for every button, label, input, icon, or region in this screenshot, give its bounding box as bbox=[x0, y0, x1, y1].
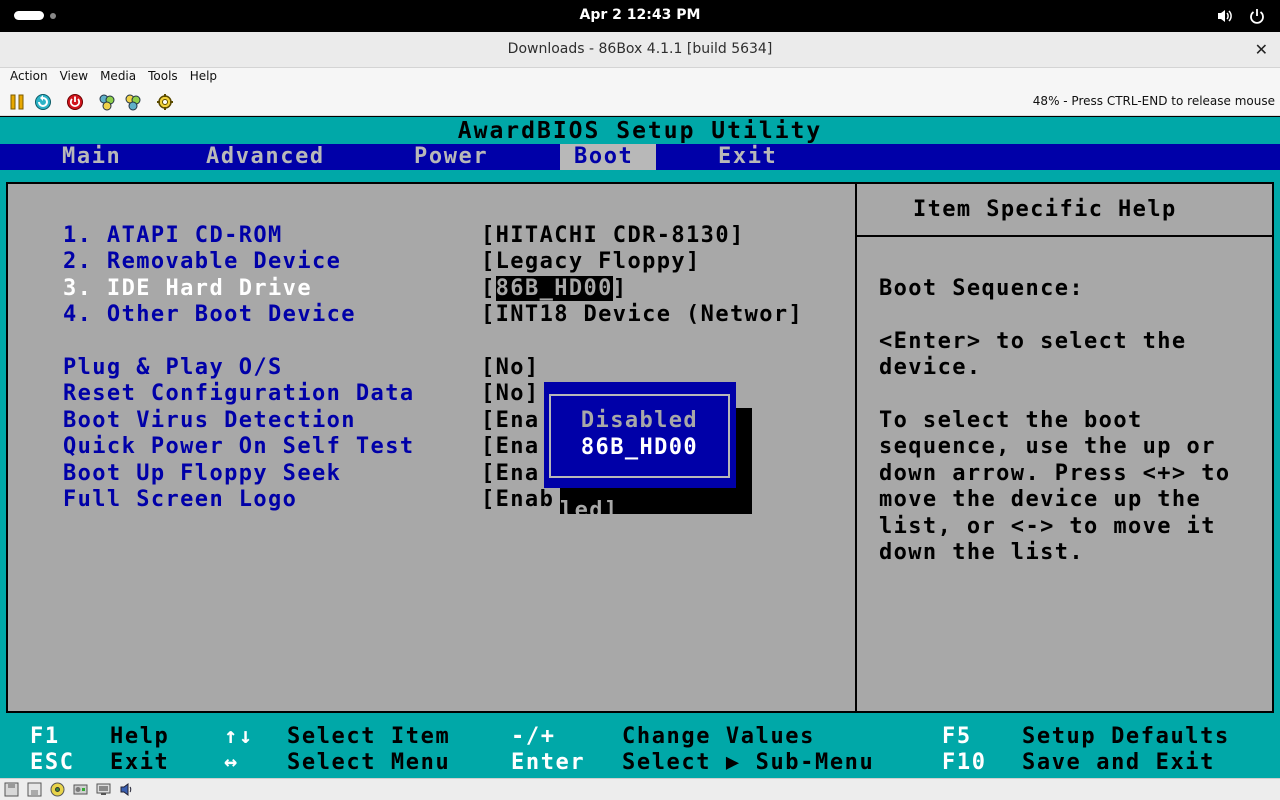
volume-icon[interactable] bbox=[1216, 7, 1234, 25]
key-plusminus-desc: Change Values bbox=[622, 724, 815, 749]
floppy-2-icon[interactable] bbox=[27, 782, 42, 797]
hdd-icon[interactable] bbox=[73, 782, 88, 797]
bios-title: AwardBIOS Setup Utility bbox=[457, 118, 823, 144]
tab-power[interactable]: Power bbox=[414, 144, 488, 170]
menu-help[interactable]: Help bbox=[184, 68, 223, 88]
help-header-divider bbox=[857, 235, 1272, 237]
key-enter-desc: Select ▶ Sub-Menu bbox=[622, 750, 875, 775]
key-f1-desc: Help bbox=[110, 724, 170, 749]
help-line: To select the boot bbox=[879, 408, 1143, 433]
tab-advanced[interactable]: Advanced bbox=[206, 144, 325, 170]
tab-boot[interactable]: Boot bbox=[560, 144, 656, 170]
ctrl-alt-del-icon[interactable] bbox=[98, 93, 116, 111]
key-leftright-desc: Select Menu bbox=[287, 750, 451, 775]
network-icon[interactable] bbox=[96, 782, 111, 797]
bios-tab-bar: Main Advanced Power Boot Exit bbox=[0, 144, 1280, 170]
setting-reset-config-value[interactable]: [No] bbox=[481, 381, 540, 407]
power-off-icon[interactable] bbox=[66, 93, 84, 111]
setting-reset-config-label[interactable]: Reset Configuration Data bbox=[63, 381, 414, 407]
mouse-capture-status: 48% - Press CTRL-END to release mouse bbox=[1032, 94, 1275, 108]
key-leftright: ↔ bbox=[224, 750, 239, 775]
boot-item-3-label[interactable]: 3. IDE Hard Drive bbox=[63, 276, 312, 302]
help-line: move the device up the bbox=[879, 487, 1202, 512]
menu-media[interactable]: Media bbox=[94, 68, 142, 88]
pause-icon[interactable] bbox=[8, 93, 26, 111]
tab-main[interactable]: Main bbox=[62, 144, 121, 170]
sound-icon[interactable] bbox=[119, 782, 134, 797]
help-line: Boot Sequence: bbox=[879, 276, 1085, 301]
setting-pnp-os-value[interactable]: [No] bbox=[481, 355, 540, 381]
setting-virus-detection-value[interactable]: [Ena bbox=[481, 408, 540, 434]
option-popup[interactable]: Disabled 86B_HD00 bbox=[544, 382, 736, 488]
boot-item-1-value[interactable]: [HITACHI CDR-8130] bbox=[481, 223, 745, 249]
key-plusminus: -/+ bbox=[511, 724, 556, 749]
bracket-close: ] bbox=[612, 276, 628, 301]
tab-exit[interactable]: Exit bbox=[718, 144, 777, 170]
cdrom-icon[interactable] bbox=[50, 782, 65, 797]
key-updown: ↑↓ bbox=[224, 724, 254, 749]
key-esc-desc: Exit bbox=[110, 750, 170, 775]
popup-option-86b-hd00[interactable]: 86B_HD00 bbox=[551, 435, 728, 461]
key-f5-desc: Setup Defaults bbox=[1022, 724, 1230, 749]
boot-item-4-value[interactable]: [INT18 Device (Networ] bbox=[481, 302, 803, 328]
boot-item-2-label[interactable]: 2. Removable Device bbox=[63, 249, 341, 275]
toolbar: 48% - Press CTRL-END to release mouse bbox=[0, 88, 1280, 116]
bracket-open: [ bbox=[481, 276, 496, 301]
setting-quick-post-value[interactable]: [Ena bbox=[481, 434, 540, 460]
key-f1: F1 bbox=[30, 724, 60, 749]
setting-pnp-os-label[interactable]: Plug & Play O/S bbox=[63, 355, 283, 381]
power-icon[interactable] bbox=[1248, 7, 1266, 25]
window-title: Downloads - 86Box 4.1.1 [build 5634] bbox=[507, 41, 773, 57]
help-line: down the list. bbox=[879, 540, 1085, 565]
shadowed-text: led] bbox=[560, 498, 619, 523]
popup-option-disabled[interactable]: Disabled bbox=[551, 408, 728, 434]
setting-fullscreen-logo-label[interactable]: Full Screen Logo bbox=[63, 487, 297, 513]
close-button[interactable]: ✕ bbox=[1255, 40, 1268, 59]
menu-view[interactable]: View bbox=[54, 68, 94, 88]
key-esc: ESC bbox=[30, 750, 75, 775]
menu-bar: Action View Media Tools Help bbox=[0, 68, 1280, 88]
reset-icon[interactable] bbox=[34, 93, 52, 111]
emulator-display[interactable]: AwardBIOS Setup Utility Main Advanced Po… bbox=[0, 117, 1280, 778]
boot-item-3-value[interactable]: [86B_HD00] bbox=[481, 276, 627, 302]
help-line: down arrow. Press <+> to bbox=[879, 461, 1231, 486]
key-f10-desc: Save and Exit bbox=[1022, 750, 1215, 775]
setting-fullscreen-logo-value[interactable]: [Enab bbox=[481, 487, 554, 513]
key-enter: Enter bbox=[511, 750, 586, 775]
menu-tools[interactable]: Tools bbox=[142, 68, 184, 88]
menu-action[interactable]: Action bbox=[4, 68, 54, 88]
setting-floppy-seek-value[interactable]: [Ena bbox=[481, 461, 540, 487]
emulator-status-bar bbox=[0, 778, 1280, 800]
selected-value-highlight: 86B_HD00 bbox=[495, 276, 613, 301]
setting-virus-detection-label[interactable]: Boot Virus Detection bbox=[63, 408, 356, 434]
settings-icon[interactable] bbox=[156, 93, 174, 111]
help-title: Item Specific Help bbox=[913, 197, 1177, 222]
help-line: list, or <-> to move it bbox=[879, 514, 1216, 539]
setting-floppy-seek-label[interactable]: Boot Up Floppy Seek bbox=[63, 461, 341, 487]
boot-item-1-label[interactable]: 1. ATAPI CD-ROM bbox=[63, 223, 283, 249]
key-f5: F5 bbox=[942, 724, 972, 749]
floppy-icon[interactable] bbox=[4, 782, 19, 797]
system-top-bar: Apr 2 12:43 PM bbox=[0, 0, 1280, 32]
key-updown-desc: Select Item bbox=[287, 724, 451, 749]
ctrl-alt-esc-icon[interactable] bbox=[124, 93, 142, 111]
panel-divider bbox=[855, 184, 857, 711]
setting-quick-post-label[interactable]: Quick Power On Self Test bbox=[63, 434, 414, 460]
system-clock[interactable]: Apr 2 12:43 PM bbox=[0, 7, 1280, 23]
help-line: <Enter> to select the bbox=[879, 329, 1187, 354]
help-line: sequence, use the up or bbox=[879, 434, 1216, 459]
boot-item-2-value[interactable]: [Legacy Floppy] bbox=[481, 249, 701, 275]
boot-item-4-label[interactable]: 4. Other Boot Device bbox=[63, 302, 356, 328]
popup-frame: Disabled 86B_HD00 bbox=[549, 394, 730, 478]
help-line: device. bbox=[879, 355, 982, 380]
window-title-bar[interactable]: Downloads - 86Box 4.1.1 [build 5634] ✕ bbox=[0, 32, 1280, 68]
key-f10: F10 bbox=[942, 750, 987, 775]
